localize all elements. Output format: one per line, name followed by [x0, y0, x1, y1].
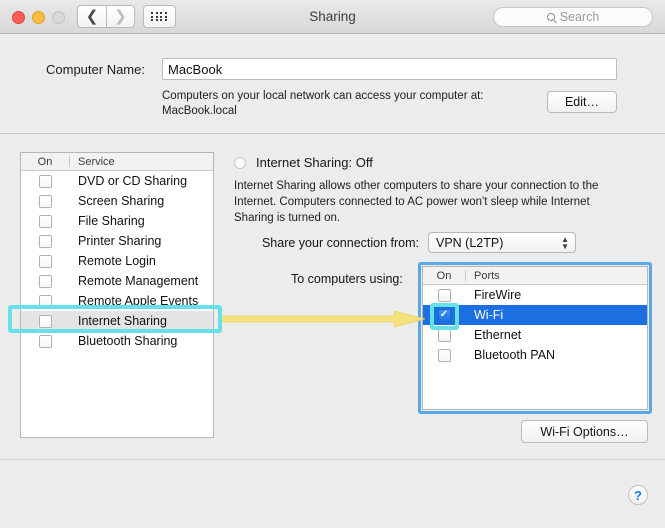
- services-list-header: On Service: [21, 153, 213, 171]
- service-checkbox[interactable]: [38, 254, 52, 268]
- service-label: DVD or CD Sharing: [78, 174, 188, 188]
- service-checkbox-cell: [21, 314, 69, 328]
- port-row[interactable]: Bluetooth PAN: [423, 345, 647, 365]
- search-input[interactable]: Search: [493, 7, 653, 27]
- ports-rows: FireWire Wi-Fi Ethernet Bluetooth PAN: [423, 285, 647, 365]
- service-row[interactable]: Screen Sharing: [21, 191, 213, 211]
- computer-name-row: Computer Name: MacBook: [0, 58, 665, 84]
- search-icon: [546, 13, 555, 21]
- edit-button[interactable]: Edit…: [547, 91, 617, 113]
- service-checkbox[interactable]: [38, 274, 52, 288]
- service-row[interactable]: DVD or CD Sharing: [21, 171, 213, 191]
- service-row[interactable]: Remote Apple Events: [21, 291, 213, 311]
- service-label: Screen Sharing: [78, 194, 165, 208]
- annotation-arrow-icon: [222, 311, 425, 327]
- header-divider: [0, 133, 665, 134]
- stepper-arrows-icon: ▲ ▼: [561, 235, 569, 251]
- service-row[interactable]: Remote Management: [21, 271, 213, 291]
- service-checkbox[interactable]: [38, 334, 52, 348]
- service-row[interactable]: Remote Login: [21, 251, 213, 271]
- wifi-options-button[interactable]: Wi-Fi Options…: [521, 420, 648, 443]
- service-label: Remote Login: [78, 254, 156, 268]
- port-checkbox-cell: [423, 328, 465, 342]
- service-checkbox-cell: [21, 194, 69, 208]
- internet-sharing-description: Internet Sharing allows other computers …: [234, 180, 599, 224]
- service-checkbox[interactable]: [38, 174, 52, 188]
- port-checkbox-cell: [423, 308, 465, 322]
- service-checkbox-cell: [21, 174, 69, 188]
- port-label: Ethernet: [474, 328, 522, 342]
- service-label: File Sharing: [78, 214, 145, 228]
- help-button[interactable]: ?: [628, 485, 648, 505]
- share-connection-from-row: Share your connection from: VPN (L2TP) ▲…: [234, 232, 634, 253]
- port-row[interactable]: FireWire: [423, 285, 647, 305]
- service-row[interactable]: Bluetooth Sharing: [21, 331, 213, 351]
- services-list[interactable]: On Service DVD or CD Sharing Screen Shari…: [20, 152, 214, 438]
- share-connection-from-value: VPN (L2TP): [436, 235, 504, 250]
- port-checkbox[interactable]: [437, 328, 451, 342]
- sharing-preferences-window: ❮ ❯ Sharing Search Computer Name: MacBoo…: [0, 0, 665, 528]
- port-checkbox[interactable]: [437, 308, 451, 322]
- service-label: Printer Sharing: [78, 234, 162, 248]
- ports-column-on: On: [436, 269, 452, 282]
- port-label: Wi-Fi: [474, 308, 504, 322]
- service-label: Remote Apple Events: [78, 294, 199, 308]
- service-checkbox[interactable]: [38, 314, 52, 328]
- status-indicator-icon: [234, 156, 246, 169]
- port-label: Bluetooth PAN: [474, 348, 556, 362]
- service-row[interactable]: Printer Sharing: [21, 231, 213, 251]
- search-placeholder: Search: [559, 10, 600, 24]
- services-rows: DVD or CD Sharing Screen Sharing File Shar…: [21, 171, 213, 351]
- ports-list[interactable]: On Ports FireWire Wi-Fi Ethernet Bluetooth …: [422, 266, 648, 410]
- service-checkbox[interactable]: [38, 234, 52, 248]
- service-checkbox-cell: [21, 274, 69, 288]
- service-checkbox[interactable]: [38, 294, 52, 308]
- service-checkbox-cell: [21, 334, 69, 348]
- service-row[interactable]: File Sharing: [21, 211, 213, 231]
- service-checkbox-cell: [21, 254, 69, 268]
- internet-sharing-status-label: Internet Sharing: Off: [256, 155, 373, 170]
- service-checkbox-cell: [21, 234, 69, 248]
- computer-name-label: Computer Name:: [46, 62, 145, 77]
- port-row[interactable]: Ethernet: [423, 325, 647, 345]
- to-computers-using-label: To computers using:: [291, 272, 403, 286]
- service-checkbox[interactable]: [38, 214, 52, 228]
- computer-name-input[interactable]: MacBook: [162, 58, 617, 80]
- share-connection-from-select[interactable]: VPN (L2TP) ▲ ▼: [428, 232, 576, 253]
- services-column-service: Service: [78, 155, 115, 168]
- port-checkbox-cell: [423, 288, 465, 302]
- port-checkbox[interactable]: [437, 288, 451, 302]
- port-checkbox-cell: [423, 348, 465, 362]
- computer-name-help-text: Computers on your local network can acce…: [162, 90, 484, 117]
- window-titlebar: ❮ ❯ Sharing Search: [0, 0, 665, 34]
- port-row[interactable]: Wi-Fi: [423, 305, 647, 325]
- ports-list-header: On Ports: [423, 267, 647, 285]
- service-label: Internet Sharing: [78, 314, 167, 328]
- service-label: Remote Management: [78, 274, 199, 288]
- service-row[interactable]: Internet Sharing: [21, 311, 213, 331]
- service-label: Bluetooth Sharing: [78, 334, 178, 348]
- share-connection-from-label: Share your connection from:: [261, 235, 419, 250]
- service-checkbox[interactable]: [38, 194, 52, 208]
- ports-column-ports: Ports: [474, 269, 500, 282]
- bottom-divider: [0, 459, 665, 460]
- service-checkbox-cell: [21, 214, 69, 228]
- port-label: FireWire: [474, 288, 522, 302]
- service-checkbox-cell: [21, 294, 69, 308]
- port-checkbox[interactable]: [437, 348, 451, 362]
- services-column-on: On: [37, 155, 53, 168]
- internet-sharing-status: Internet Sharing: Off: [234, 155, 373, 170]
